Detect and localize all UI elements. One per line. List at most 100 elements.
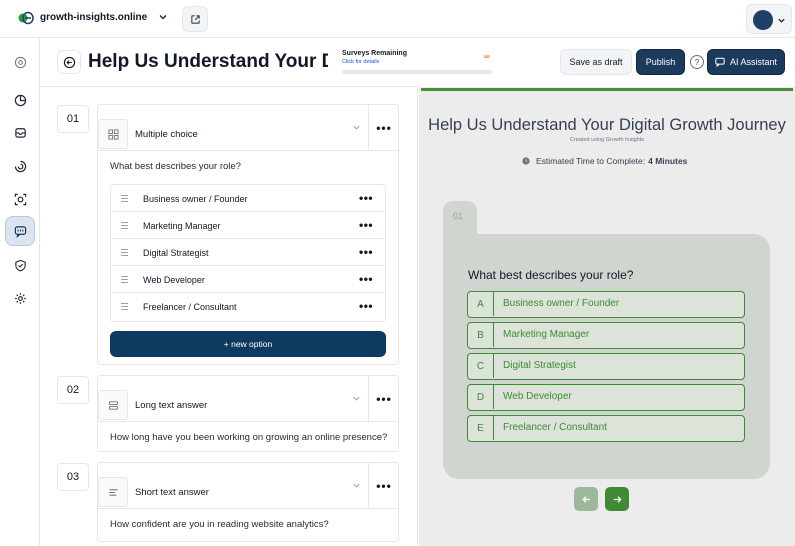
rail-item-inbox[interactable] — [5, 117, 35, 147]
ai-assistant-label: AI Assistant — [729, 57, 778, 67]
option-letter: C — [468, 354, 494, 378]
option-row[interactable]: Digital Strategist ••• — [111, 239, 385, 266]
chevron-down-icon[interactable] — [352, 394, 361, 403]
surveys-details-link[interactable]: Click for details — [342, 59, 379, 65]
question-text[interactable]: What best describes your role? — [110, 161, 241, 172]
option-row[interactable]: Freelancer / Consultant ••• — [111, 293, 385, 320]
chevron-down-icon[interactable] — [352, 481, 361, 490]
scan-icon — [14, 193, 26, 205]
ai-assistant-button[interactable]: AI Assistant — [707, 49, 785, 75]
option-label: Business owner / Founder — [503, 298, 620, 309]
question-card[interactable]: Multiple choice ••• What best describes … — [97, 104, 399, 365]
preview-title: Help Us Understand Your Digital Growth J… — [428, 116, 786, 134]
surveys-progress-bar — [342, 70, 492, 74]
question-number: 03 — [57, 463, 89, 491]
option-label: Marketing Manager — [503, 329, 590, 340]
question-number: 02 — [57, 376, 89, 404]
option-label[interactable]: Business owner / Founder — [143, 194, 248, 204]
rail-item-security[interactable] — [5, 250, 35, 280]
help-icon[interactable]: ? — [690, 55, 704, 69]
drag-handle-icon[interactable] — [121, 276, 128, 283]
drag-handle-icon[interactable] — [121, 303, 128, 310]
estimated-time-label: Estimated Time to Complete: — [536, 156, 646, 166]
question-more-button[interactable]: ••• — [368, 105, 399, 151]
new-option-button[interactable]: + new option — [110, 331, 386, 357]
question-card[interactable]: Long text answer ••• How long have you b… — [97, 375, 399, 452]
preview-prev-button[interactable] — [574, 487, 598, 511]
question-number: 01 — [57, 105, 89, 133]
page-title: Help Us Understand Your Digit — [88, 51, 328, 72]
preview-progress-bar — [421, 88, 793, 91]
long-text-icon — [98, 390, 128, 420]
rail-item-brand[interactable] — [5, 47, 35, 77]
chat-icon — [715, 57, 725, 67]
rail-item-settings[interactable] — [5, 283, 35, 313]
open-external-button[interactable] — [182, 6, 208, 32]
question-header: Long text answer ••• — [98, 376, 398, 422]
back-button[interactable] — [57, 50, 81, 74]
option-more-button[interactable]: ••• — [359, 191, 373, 205]
question-more-button[interactable]: ••• — [368, 376, 399, 422]
option-letter: B — [468, 323, 494, 347]
option-row[interactable]: Marketing Manager ••• — [111, 212, 385, 239]
drag-handle-icon[interactable] — [121, 249, 128, 256]
preview-option[interactable]: C Digital Strategist — [467, 353, 745, 380]
option-label[interactable]: Digital Strategist — [143, 248, 209, 258]
question-header: Multiple choice ••• — [98, 105, 398, 151]
left-rail — [0, 38, 40, 546]
option-row[interactable]: Business owner / Founder ••• — [111, 185, 385, 212]
question-editor: 01 Multiple choice ••• What best describ… — [40, 87, 418, 546]
survey-preview: Help Us Understand Your Digital Growth J… — [419, 87, 795, 546]
preview-option[interactable]: E Freelancer / Consultant — [467, 415, 745, 442]
preview-option[interactable]: D Web Developer — [467, 384, 745, 411]
workspace-logo-icon — [18, 11, 34, 25]
save-draft-button[interactable]: Save as draft — [560, 49, 632, 75]
preview-question-number: 01 — [443, 201, 477, 235]
estimated-time-value: 4 Minutes — [648, 156, 688, 166]
chevron-down-icon[interactable] — [158, 12, 168, 22]
preview-question-card: What best describes your role? A Busines… — [443, 234, 770, 479]
rail-item-scan[interactable] — [5, 184, 35, 214]
option-label[interactable]: Marketing Manager — [143, 221, 221, 231]
option-more-button[interactable]: ••• — [359, 299, 373, 313]
question-type-label: Multiple choice — [135, 129, 198, 140]
question-card[interactable]: Short text answer ••• How confident are … — [97, 462, 399, 542]
option-row[interactable]: Web Developer ••• — [111, 266, 385, 293]
rail-item-analytics[interactable] — [5, 151, 35, 181]
option-letter: D — [468, 385, 494, 409]
option-label: Digital Strategist — [503, 360, 576, 371]
surveys-count: ∞ — [484, 52, 490, 61]
brand-mark-icon — [14, 56, 26, 68]
chevron-down-icon[interactable] — [352, 123, 361, 132]
surveys-remaining[interactable]: Surveys Remaining Click for details ∞ — [342, 49, 492, 77]
preview-option[interactable]: B Marketing Manager — [467, 322, 745, 349]
option-letter: A — [468, 292, 494, 316]
option-more-button[interactable]: ••• — [359, 272, 373, 286]
user-menu-button[interactable] — [746, 4, 792, 34]
question-text[interactable]: How confident are you in reading website… — [110, 519, 329, 530]
option-label: Freelancer / Consultant — [503, 422, 607, 433]
option-label: Web Developer — [503, 391, 572, 402]
short-text-icon — [98, 477, 128, 507]
question-header: Short text answer ••• — [98, 463, 398, 509]
preview-option[interactable]: A Business owner / Founder — [467, 291, 745, 318]
workspace-name[interactable]: growth-insights.online — [40, 12, 147, 23]
inbox-icon — [14, 127, 26, 138]
rail-item-dashboard[interactable] — [5, 85, 35, 115]
question-more-button[interactable]: ••• — [368, 463, 399, 509]
drag-handle-icon[interactable] — [121, 222, 128, 229]
option-label[interactable]: Freelancer / Consultant — [143, 302, 237, 312]
question-text[interactable]: How long have you been working on growin… — [110, 432, 387, 443]
chat-survey-icon — [14, 225, 26, 238]
option-label[interactable]: Web Developer — [143, 275, 205, 285]
drag-handle-icon[interactable] — [121, 195, 128, 202]
gear-icon — [14, 292, 26, 304]
rail-item-surveys[interactable] — [5, 216, 35, 246]
option-more-button[interactable]: ••• — [359, 218, 373, 232]
preview-created-by: Created using Growth Insights — [570, 137, 644, 143]
publish-button[interactable]: Publish — [636, 49, 685, 75]
preview-next-button[interactable] — [605, 487, 629, 511]
external-link-icon — [190, 14, 200, 24]
avatar — [753, 10, 773, 30]
option-more-button[interactable]: ••• — [359, 245, 373, 259]
